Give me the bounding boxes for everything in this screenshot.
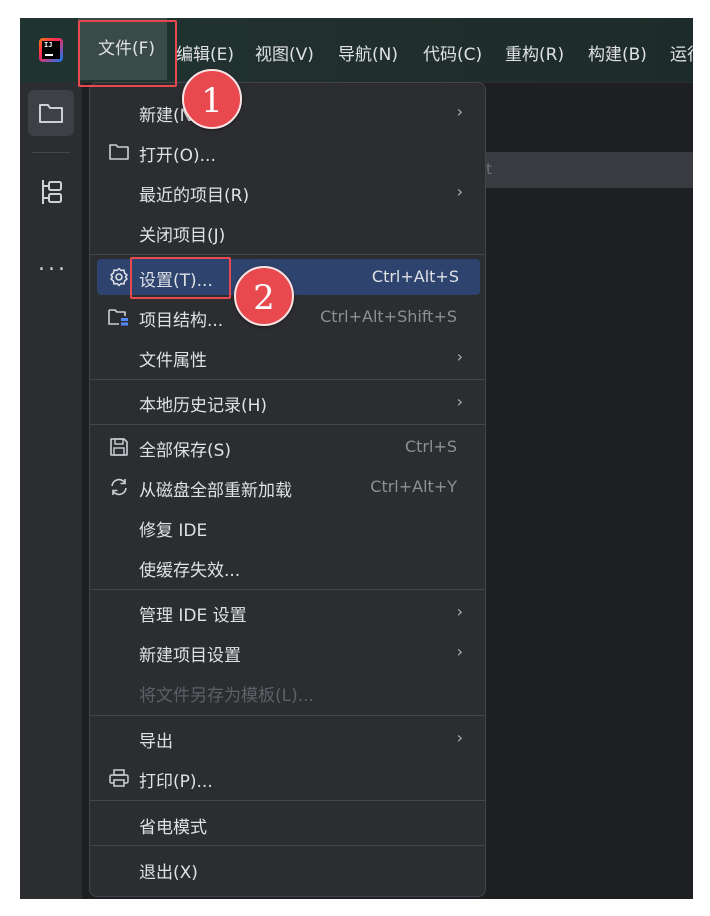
menu-item-close-project[interactable]: 关闭项目(J) (90, 214, 485, 250)
callout-number-2: 2 (234, 266, 294, 326)
save-icon (110, 438, 128, 456)
menu-item-label: 最近的项目(R) (139, 186, 250, 206)
menu-separator (90, 845, 485, 846)
menu-item-label: 省电模式 (139, 818, 207, 838)
menu-item-file-properties[interactable]: 文件属性 › (90, 339, 485, 375)
menu-item-shortcut: Ctrl+S (404, 437, 457, 456)
callout-highlight-settings (130, 257, 231, 299)
editor-search-field: t (486, 152, 693, 188)
intellij-logo-icon[interactable]: IJ (39, 38, 63, 62)
structure-tool-button[interactable] (28, 169, 74, 215)
gear-icon (110, 267, 128, 287)
menu-item-label: 导出 (139, 732, 173, 752)
print-icon (109, 769, 129, 787)
chevron-right-icon: › (456, 392, 463, 411)
menu-item-label: 从磁盘全部重新加载 (139, 481, 292, 501)
menu-refactor[interactable]: 重构(R) (505, 40, 564, 65)
more-tools-button[interactable]: ... (38, 251, 68, 276)
folder-icon (109, 144, 129, 160)
callout-highlight-file-menu (78, 20, 177, 87)
menu-separator (90, 589, 485, 590)
menu-item-label: 使缓存失效... (139, 561, 241, 581)
menu-item-invalidate-caches[interactable]: 使缓存失效... (90, 549, 485, 585)
menu-item-label: 退出(X) (139, 863, 198, 883)
menu-item-power-save-mode[interactable]: 省电模式 (90, 806, 485, 842)
menu-item-shortcut: Ctrl+Alt+S (371, 267, 459, 286)
menu-item-save-all[interactable]: 全部保存(S) Ctrl+S (90, 429, 485, 465)
ide-window: IJ 文件(F) 编辑(E) 视图(V) 导航(N) 代码(C) 重构(R) 构… (20, 18, 693, 899)
menu-item-manage-ide-settings[interactable]: 管理 IDE 设置 › (90, 594, 485, 630)
menu-item-shortcut: Ctrl+Alt+Y (370, 477, 457, 496)
menu-separator (90, 379, 485, 380)
chevron-right-icon: › (456, 642, 463, 661)
menu-view[interactable]: 视图(V) (255, 40, 314, 65)
menu-item-repair-ide[interactable]: 修复 IDE (90, 509, 485, 545)
menu-item-label: 文件属性 (139, 351, 207, 371)
logo-text: IJ (44, 41, 53, 49)
menu-item-local-history[interactable]: 本地历史记录(H) › (90, 384, 485, 420)
menu-run[interactable]: 运行 (670, 40, 693, 65)
menu-item-recent-projects[interactable]: 最近的项目(R) › (90, 174, 485, 210)
menu-item-label: 项目结构... (139, 311, 224, 331)
menu-separator (90, 800, 485, 801)
tool-window-sidebar: ... (20, 83, 83, 899)
menu-item-label: 新建项目设置 (139, 646, 241, 666)
chevron-right-icon: › (456, 602, 463, 621)
callout-number-1: 1 (182, 69, 242, 129)
menu-item-reload-all[interactable]: 从磁盘全部重新加载 Ctrl+Alt+Y (90, 469, 485, 505)
folder-icon (39, 104, 63, 123)
menu-item-label: 将文件另存为模板(L)... (139, 686, 314, 706)
menu-item-open[interactable]: 打开(O)... (90, 134, 485, 170)
chevron-right-icon: › (456, 728, 463, 747)
menu-item-label: 打印(P)... (139, 772, 213, 792)
menu-item-print[interactable]: 打印(P)... (90, 760, 485, 796)
menu-item-label: 全部保存(S) (139, 441, 232, 461)
menu-edit[interactable]: 编辑(E) (176, 40, 234, 65)
menu-separator (90, 424, 485, 425)
menu-item-export[interactable]: 导出 › (90, 720, 485, 756)
menu-separator (90, 254, 485, 255)
menu-item-label: 管理 IDE 设置 (139, 606, 247, 626)
editor-hint-text: t (486, 160, 492, 178)
menu-item-save-as-template: 将文件另存为模板(L)... (90, 674, 485, 710)
reload-icon (111, 478, 127, 496)
chevron-right-icon: › (456, 102, 463, 121)
chevron-right-icon: › (456, 347, 463, 366)
menu-separator (90, 715, 485, 716)
menu-code[interactable]: 代码(C) (423, 40, 482, 65)
menu-item-label: 修复 IDE (139, 521, 208, 541)
file-menu-dropdown: 新建(N) › 打开(O)... 最近的项目(R) › 关闭项目(J) 设置(T… (89, 82, 486, 897)
structure-icon (42, 180, 62, 204)
sidebar-divider (32, 152, 70, 153)
menu-item-new-project-settings[interactable]: 新建项目设置 › (90, 634, 485, 670)
menu-item-label: 本地历史记录(H) (139, 396, 268, 416)
menu-build[interactable]: 构建(B) (588, 40, 647, 65)
menu-item-label: 关闭项目(J) (139, 226, 226, 246)
menu-navigate[interactable]: 导航(N) (338, 40, 398, 65)
project-tool-button[interactable] (28, 90, 74, 136)
project-structure-icon (108, 309, 128, 326)
menu-item-new[interactable]: 新建(N) › (90, 94, 485, 130)
chevron-right-icon: › (456, 182, 463, 201)
menu-item-label: 打开(O)... (139, 146, 216, 166)
menu-item-shortcut: Ctrl+Alt+Shift+S (320, 307, 457, 326)
menu-item-exit[interactable]: 退出(X) (90, 851, 485, 887)
